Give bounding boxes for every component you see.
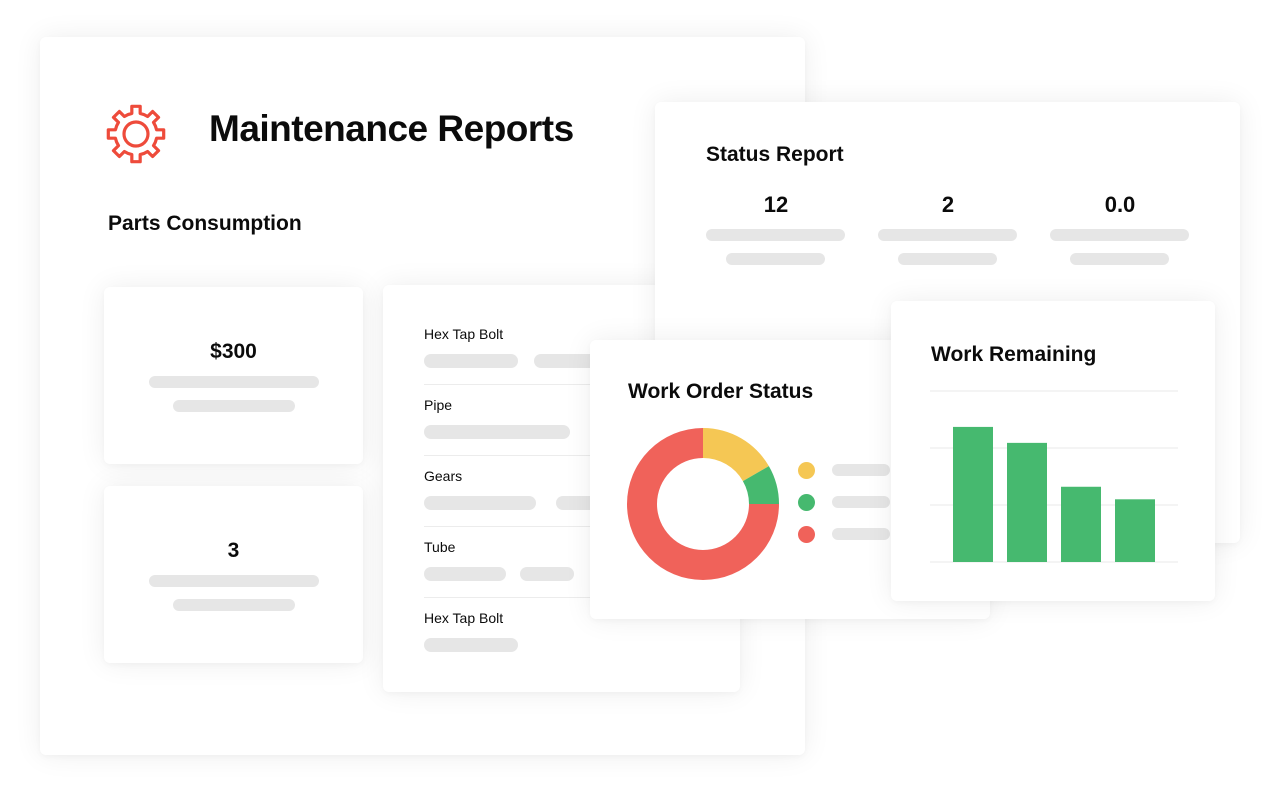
- placeholder-bar: [520, 567, 574, 581]
- legend-dot: [798, 526, 815, 543]
- placeholder-bar: [173, 400, 295, 412]
- placeholder-bar: [726, 253, 825, 265]
- placeholder-bar: [424, 354, 518, 368]
- part-name: Hex Tap Bolt: [424, 610, 504, 626]
- placeholder-bar: [706, 229, 845, 241]
- bar[interactable]: [1115, 499, 1155, 562]
- status-stat[interactable]: 2: [878, 192, 1018, 265]
- part-name: Tube: [424, 539, 456, 555]
- part-name: Hex Tap Bolt: [424, 326, 504, 342]
- placeholder-bar: [424, 638, 518, 652]
- work-remaining-title: Work Remaining: [931, 343, 1097, 366]
- placeholder-bar: [1050, 229, 1189, 241]
- status-stat[interactable]: 12: [706, 192, 846, 265]
- gear-icon: [106, 104, 166, 164]
- placeholder-bar: [149, 575, 319, 587]
- work-order-status-title: Work Order Status: [628, 380, 814, 403]
- bar[interactable]: [953, 426, 993, 562]
- placeholder-bar: [149, 376, 319, 388]
- placeholder-bar: [878, 229, 1017, 241]
- work-remaining-bar-chart: [930, 390, 1178, 563]
- legend-dot: [798, 494, 815, 511]
- placeholder-bar: [1070, 253, 1169, 265]
- kpi-value: $300: [210, 340, 257, 363]
- placeholder-bar: [898, 253, 997, 265]
- placeholder-bar: [424, 496, 536, 510]
- legend-label-placeholder: [832, 496, 890, 508]
- stat-value: 12: [763, 192, 789, 217]
- part-name: Pipe: [424, 397, 453, 413]
- kpi-card-cost[interactable]: $300: [104, 287, 363, 464]
- bar[interactable]: [1007, 442, 1047, 562]
- kpi-card-count[interactable]: 3: [104, 486, 363, 663]
- placeholder-bar: [173, 599, 295, 611]
- stat-value: 2: [941, 192, 955, 217]
- legend-label-placeholder: [832, 464, 890, 476]
- page-title: Maintenance Reports: [209, 108, 574, 149]
- bar[interactable]: [1061, 486, 1101, 562]
- status-report-title: Status Report: [706, 143, 844, 166]
- parts-consumption-title: Parts Consumption: [108, 212, 302, 235]
- part-name: Gears: [424, 468, 463, 484]
- legend-label-placeholder: [832, 528, 890, 540]
- placeholder-bar: [424, 567, 506, 581]
- status-stat[interactable]: 0.0: [1050, 192, 1190, 265]
- legend-dot: [798, 462, 815, 479]
- kpi-value: 3: [227, 539, 240, 562]
- placeholder-bar: [424, 425, 570, 439]
- work-order-donut-chart: [627, 428, 779, 580]
- stat-value: 0.0: [1104, 192, 1136, 217]
